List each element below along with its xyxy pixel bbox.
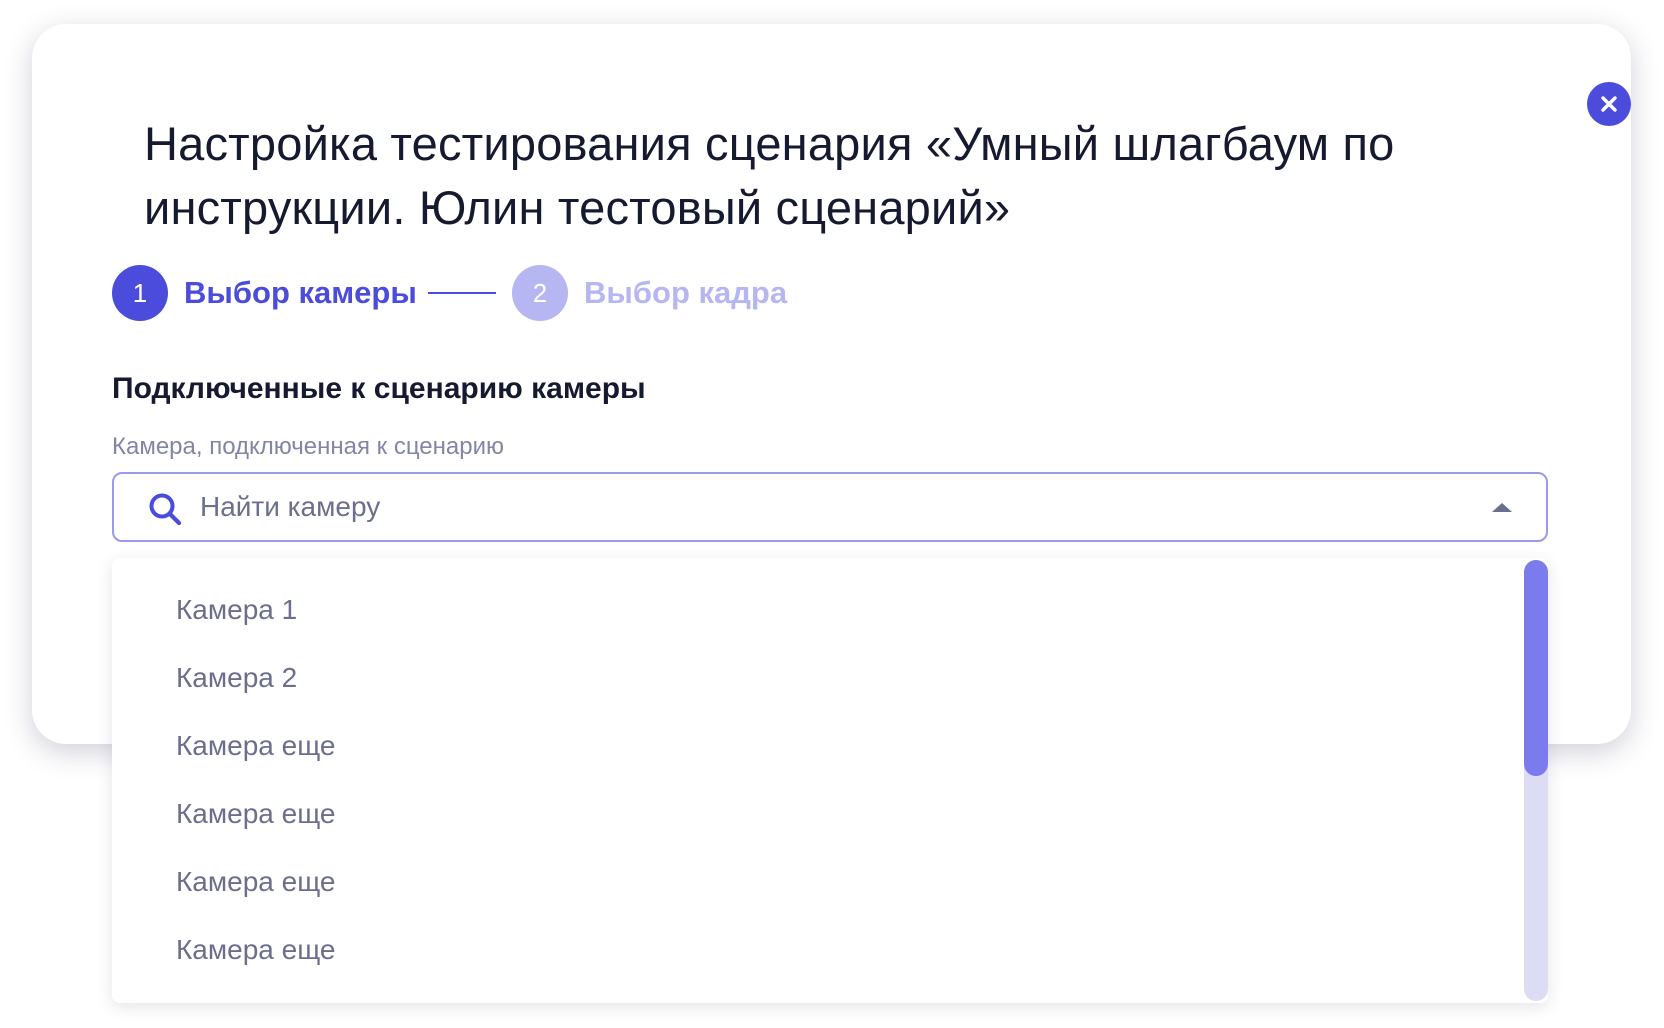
camera-option[interactable]: Камера 1 [176,590,297,630]
step-2-label[interactable]: Выбор кадра [584,265,787,321]
scrollbar-thumb[interactable] [1524,560,1548,776]
step-1-number[interactable]: 1 [112,265,168,321]
camera-option[interactable]: Камера еще [176,930,336,970]
caret-up-icon[interactable] [1492,503,1512,512]
camera-option[interactable]: Камера еще [176,726,336,766]
camera-option[interactable]: Камера 2 [176,658,297,698]
dropdown-scrollbar[interactable] [1524,560,1548,1001]
step-1-label[interactable]: Выбор камеры [184,265,417,321]
camera-search-input[interactable] [200,482,1450,532]
close-button[interactable] [1587,82,1631,126]
camera-field-label: Камера, подключенная к сценарию [112,433,504,460]
close-icon [1601,96,1617,112]
section-title: Подключенные к сценарию камеры [112,372,646,405]
camera-option[interactable]: Камера еще [176,862,336,902]
step-connector [428,292,496,294]
camera-dropdown: Камера 1 Камера 2 Камера еще Камера еще … [112,558,1548,1003]
camera-search-field[interactable] [112,472,1548,542]
search-icon [149,493,182,526]
camera-option[interactable]: Камера еще [176,794,336,834]
step-2-number[interactable]: 2 [512,265,568,321]
modal-title: Настройка тестирования сценария «Умный ш… [144,117,1395,234]
